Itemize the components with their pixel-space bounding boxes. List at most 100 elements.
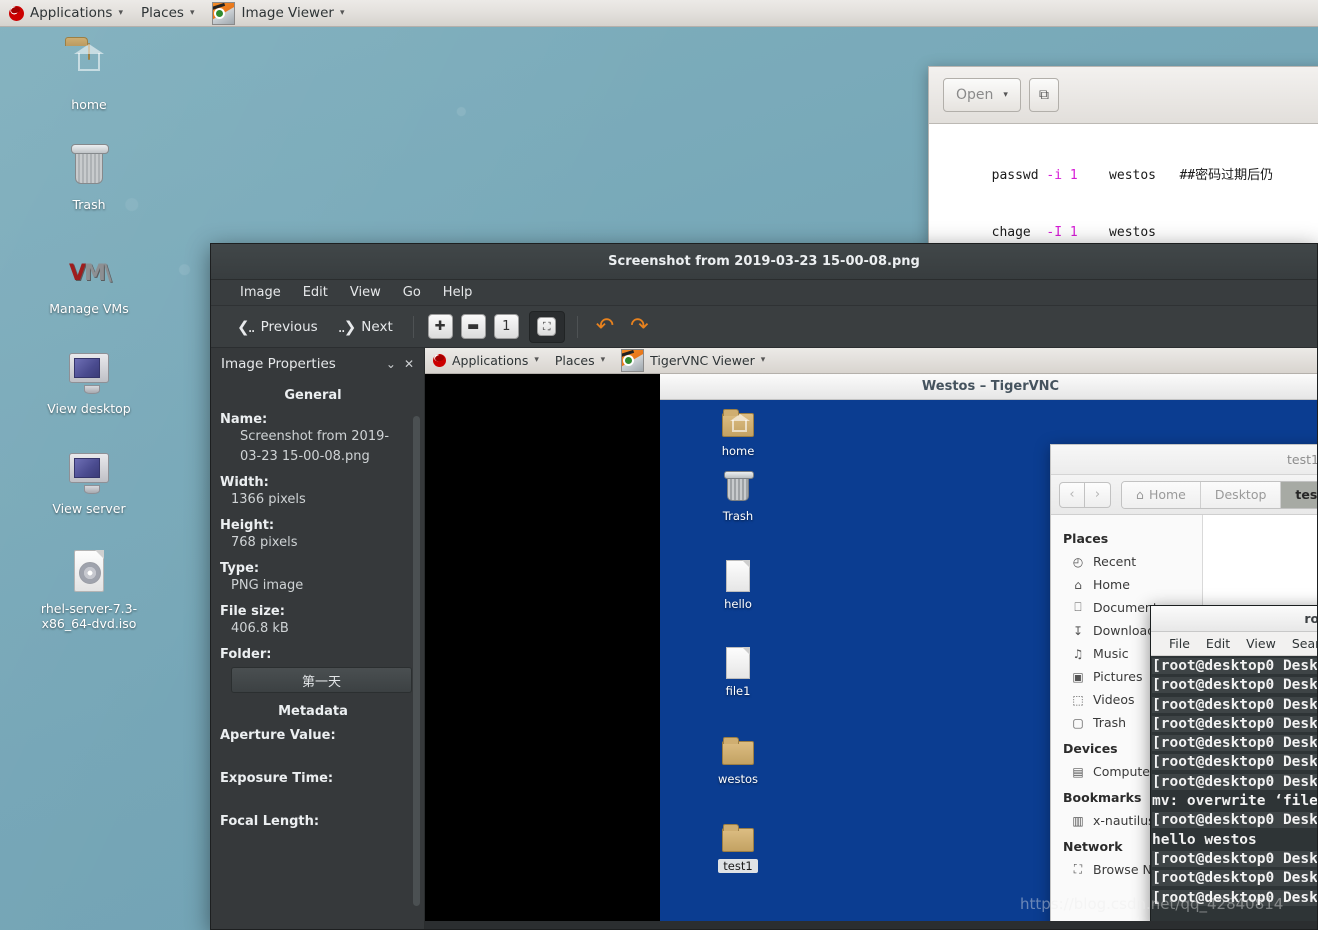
breadcrumb-test1[interactable]: test1 [1281,481,1317,508]
sidebar-item-recent[interactable]: ◴ Recent [1051,550,1202,573]
normal-size-button[interactable]: 1 [493,314,519,339]
sidebar-item-home[interactable]: ⌂ Home [1051,573,1202,596]
desktop-icon-manage-vms[interactable]: VM\ Manage VMs [33,248,145,316]
terminal-menu-search[interactable]: Search [1284,636,1317,651]
next-label: Next [361,318,393,335]
menu-image[interactable]: Image [229,285,292,300]
trash-icon [65,144,113,192]
terminal-line: [root@desktop0 Desktop]# touch file1 [1152,696,1317,715]
desktop-icon-view-server[interactable]: View server [33,448,145,516]
chevron-down-icon[interactable]: ⌄ [386,357,396,371]
terminal-title: root@desktop0 [1304,611,1317,626]
terminal-line: [root@desktop0 Desktop]# mv file hello [1152,753,1317,772]
folder-home-icon [65,43,113,92]
sidebar-item-label: Videos [1093,692,1135,707]
menu-view[interactable]: View [339,285,392,300]
sidebar-item-label: Music [1093,646,1129,661]
breadcrumb-label: Desktop [1214,487,1267,502]
nested-active-app-menu[interactable]: TigerVNC Viewer ▾ [613,348,773,373]
previous-button[interactable]: ❮․․ Previous [229,314,326,340]
zoom-in-button[interactable]: ✚ [427,314,453,339]
desktop-icon-trash[interactable]: Trash [33,144,145,212]
vnc-icon-westos[interactable]: westos [695,733,781,786]
sidebar-item-label: Home [1093,577,1130,592]
property-key-folder: Folder: [220,647,272,662]
image-properties-panel: Image Properties ⌄ ✕ General Name: Scree… [211,348,425,929]
vnc-icon-home[interactable]: home [695,405,781,458]
image-properties-title: Image Properties [221,356,336,372]
nested-menu-places[interactable]: Places ▾ [547,348,613,373]
monitor-icon [65,448,113,496]
active-app-menu[interactable]: Image Viewer ▾ [203,0,353,26]
image-viewer-menubar: Image Edit View Go Help [211,280,1317,306]
vnc-icon-test1[interactable]: test1 [695,820,781,873]
metadata-heading: Metadata [278,704,348,719]
terminal-menu-file[interactable]: File [1161,636,1198,651]
chevron-down-icon: ▾ [760,355,766,365]
forward-button[interactable]: › [1085,481,1111,508]
rotate-left-button[interactable]: ↶ [590,314,620,339]
terminal-titlebar: root@desktop0 [1151,606,1317,632]
menu-applications[interactable]: Applications ▾ [0,0,132,26]
toolbar-divider [412,315,414,338]
vnc-icon-label: hello [724,597,752,611]
vnc-icon-label: westos [717,772,758,786]
arrow-right-icon: ․․❯ [337,317,357,336]
desktop-icon-view-desktop[interactable]: View desktop [33,348,145,416]
sidebar-item-label: Computer [1093,764,1156,779]
document-icon [720,558,756,594]
document-icon [720,645,756,681]
terminal-menubar: File Edit View Search Terminal Help [1151,632,1317,656]
new-tab-button[interactable]: ⧉ [1028,78,1059,112]
property-value-name: Screenshot from 2019-03-23 15-00-08.png [240,429,390,464]
terminal-output[interactable]: [root@desktop0 Desktop]# rm -fr *[root@d… [1151,656,1317,908]
chevron-down-icon: ▾ [339,7,345,18]
sidebar-group-places: Places [1063,531,1109,546]
vnc-icon-file1[interactable]: file1 [695,645,781,698]
chevron-down-icon: ▾ [600,355,606,365]
computer-icon: ▤ [1072,764,1084,779]
image-canvas[interactable]: Applications ▾ Places ▾ TigerVNC Viewer … [425,348,1317,929]
menu-go[interactable]: Go [392,285,432,300]
image-properties-body: General Name: Screenshot from 2019-03-23… [211,380,424,929]
rotate-right-button[interactable]: ↷ [624,314,654,339]
terminal-prompt: [root@desktop0 Desktop]# [1152,696,1317,713]
next-button[interactable]: ․․❯ Next [330,314,401,340]
image-viewer-toolbar: ❮․․ Previous ․․❯ Next ✚ ▬ 1 ⛶ ↶ ↷ [211,306,1317,348]
gedit-document[interactable]: passwd -i 1 westos ##密码过期后仍 chage -I 1 w… [929,124,1318,243]
open-button[interactable]: Open ▾ [943,78,1021,112]
zoom-out-button[interactable]: ▬ [460,314,486,339]
breadcrumb-label: Home [1148,487,1186,502]
folder-button[interactable]: 第一天 [231,667,412,693]
vnc-icon-trash[interactable]: Trash [695,470,781,523]
image-viewer-body: Image Properties ⌄ ✕ General Name: Scree… [211,348,1317,929]
home-icon: ⌂ [1074,577,1082,592]
nested-menu-applications[interactable]: Applications ▾ [425,348,547,373]
terminal-prompt: [root@desktop0 Desktop]# [1152,870,1317,887]
menu-places[interactable]: Places ▾ [132,0,203,26]
back-button[interactable]: ‹ [1059,481,1085,508]
menu-help[interactable]: Help [432,285,484,300]
terminal-menu-view[interactable]: View [1238,636,1284,651]
properties-scrollbar[interactable] [413,416,420,906]
nested-top-panel: Applications ▾ Places ▾ TigerVNC Viewer … [425,348,1317,374]
terminal-menu-edit[interactable]: Edit [1198,636,1238,651]
menu-applications-label: Applications [30,5,113,21]
breadcrumb-desktop[interactable]: Desktop [1200,481,1282,508]
chevron-down-icon: ▾ [1003,89,1008,100]
desktop-icon-rhel-iso[interactable]: rhel-server-7.3-x86_64-dvd.iso [33,548,145,631]
toolbar-divider [576,315,578,338]
image-properties-header: Image Properties ⌄ ✕ [211,348,424,380]
breadcrumb-home[interactable]: ⌂ Home [1122,481,1201,508]
best-fit-button[interactable]: ⛶ [528,310,565,343]
desktop-icon-home[interactable]: home [33,43,145,112]
terminal-line: [root@desktop0 Desktop]# cat file1 [1152,811,1317,830]
menu-edit[interactable]: Edit [292,285,339,300]
displayed-screenshot: Applications ▾ Places ▾ TigerVNC Viewer … [425,348,1317,921]
close-icon[interactable]: ✕ [404,357,414,371]
menu-places-label: Places [141,5,184,21]
chevron-down-icon: ▾ [189,7,195,18]
desktop-icon-label: View desktop [47,401,131,416]
desktop-root: Applications ▾ Places ▾ Image Viewer ▾ h… [0,0,1318,930]
vnc-icon-hello[interactable]: hello [695,558,781,611]
